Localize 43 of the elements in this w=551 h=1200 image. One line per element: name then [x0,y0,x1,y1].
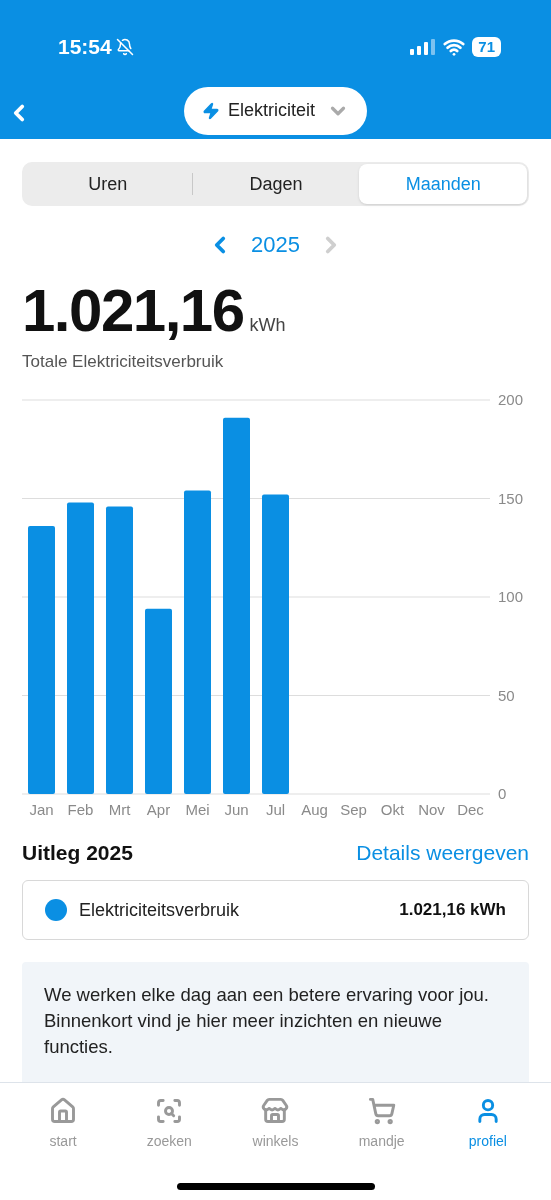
signal-icon [410,38,437,55]
axis-tick-label: 100 [498,587,524,605]
home-icon [49,1097,78,1125]
axis-tick-label: 150 [498,489,524,506]
energy-type-dropdown[interactable]: Elektriciteit [184,86,367,135]
axis-category-label: Feb [67,800,94,818]
section-title: Uitleg 2025 [22,839,133,866]
details-link[interactable]: Details weergeven [356,836,529,868]
axis-category-label: Mei [185,800,210,818]
status-time: 15:54 [58,34,112,60]
year-label: 2025 [251,231,300,259]
axis-tick-label: 50 [498,686,515,703]
axis-category-label: Sep [340,800,367,818]
nav-tab[interactable]: zoeken [124,1097,215,1152]
nav-tab[interactable]: winkels [230,1097,321,1152]
total-value: 1.021,16 [22,281,244,341]
axis-tick-label: 200 [498,390,524,408]
nav-tab[interactable]: start [18,1097,109,1152]
segment-tab[interactable]: Dagen [192,164,360,204]
axis-category-label: Jan [29,800,54,818]
segment-tab[interactable]: Uren [24,164,192,204]
notice-text: We werken elke dag aan een betere ervaring voor jou. Binnenkort vind je hier meer inzichten en nieuwe functies. [44,983,490,1059]
legend-label: Elektriciteitsverbruik [79,898,241,922]
total-unit: kWh [249,314,286,337]
store-icon [261,1097,290,1125]
axis-tick-label: 0 [498,784,507,802]
axis-category-label: Mrt [108,800,131,818]
nav-tab[interactable]: mandje [336,1097,427,1152]
nav-tab[interactable]: profiel [442,1097,533,1152]
battery-icon: 71 [472,36,501,57]
legend-value: 1.021,16 kWh [399,899,506,922]
axis-category-label: Dec [457,800,484,818]
axis-category-label: Jun [224,800,249,818]
total-caption: Totale Elektriciteitsverbruik [21,351,225,373]
search-icon [155,1097,184,1125]
axis-category-label: Nov [418,800,445,818]
axis-category-label: Aug [301,800,328,818]
axis-category-label: Okt [380,800,405,818]
segment-tab[interactable]: Maanden [359,164,527,204]
cart-icon [367,1097,396,1125]
bell-off-icon [115,37,134,56]
axis-category-label: Jul [265,800,286,818]
axis-category-label: Apr [146,800,171,818]
